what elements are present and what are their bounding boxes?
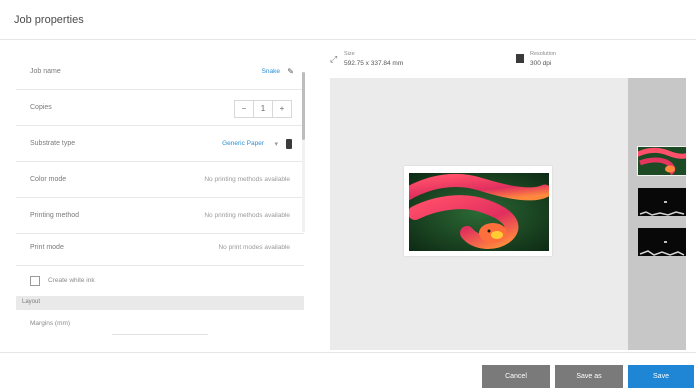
color-mode-value: No printing methods available [204, 176, 290, 183]
cancel-button[interactable]: Cancel [482, 365, 550, 388]
thumbnail-page-2[interactable] [638, 188, 686, 216]
layout-section-header[interactable]: Layout [16, 296, 304, 310]
printing-method-label: Printing method [30, 212, 80, 219]
margins-slider[interactable] [112, 334, 208, 335]
color-mode-label: Color mode [30, 176, 67, 183]
color-mode-row: Color mode No printing methods available [16, 164, 304, 198]
size-label: Size [344, 51, 355, 57]
white-ink-label[interactable]: Create white ink [48, 277, 95, 284]
printing-method-row: Printing method No printing methods avai… [16, 200, 304, 234]
job-name-value[interactable]: Snake [262, 68, 280, 75]
layout-section-label: Layout [22, 299, 41, 305]
increment-button[interactable]: + [273, 101, 291, 117]
copies-value[interactable]: 1 [254, 101, 273, 117]
preview-info-bar: ⤢ Size 592.75 x 337.84 mm Resolution 300… [330, 48, 686, 76]
substrate-info-icon[interactable] [286, 139, 292, 149]
decrement-button[interactable]: − [235, 101, 254, 117]
save-as-button[interactable]: Save as [555, 365, 623, 388]
save-button[interactable]: Save [628, 365, 694, 388]
preview-image [409, 173, 549, 251]
substrate-label: Substrate type [30, 140, 76, 147]
margins-label: Margins (mm) [30, 320, 71, 327]
chevron-down-icon[interactable]: ▾ [274, 140, 278, 148]
resolution-label: Resolution [530, 51, 556, 57]
resolution-icon [516, 54, 524, 63]
copies-stepper[interactable]: − 1 + [234, 100, 292, 118]
substrate-select[interactable]: Generic Paper [222, 140, 264, 147]
dialog-footer: Cancel Save as Save [0, 352, 696, 391]
resolution-value: 300 dpi [530, 60, 552, 67]
print-mode-value: No print modes available [218, 244, 290, 251]
copies-row: Copies − 1 + [16, 92, 304, 126]
size-value: 592.75 x 337.84 mm [344, 60, 404, 67]
window-title: Job properties [14, 14, 84, 26]
white-ink-option[interactable]: Create white ink [16, 268, 304, 294]
printing-method-value: No printing methods available [204, 212, 290, 219]
thumbnail-page-1[interactable] [637, 146, 687, 176]
copies-label: Copies [30, 104, 52, 111]
properties-panel: Job name Snake ✎ Copies − 1 + Substrate … [16, 56, 306, 348]
size-icon: ⤢ [330, 54, 338, 64]
job-name-row[interactable]: Job name Snake ✎ [16, 56, 304, 90]
white-ink-checkbox[interactable] [30, 276, 40, 286]
properties-scrollbar-thumb[interactable] [302, 72, 305, 140]
page-thumbnail-strip [628, 78, 687, 350]
thumbnail-page-3[interactable] [638, 228, 686, 256]
edit-icon[interactable]: ✎ [287, 67, 294, 76]
job-name-label: Job name [30, 68, 61, 75]
print-mode-label: Print mode [30, 244, 64, 251]
print-mode-row: Print mode No print modes available [16, 232, 304, 266]
substrate-row[interactable]: Substrate type Generic Paper ▾ [16, 128, 304, 162]
title-bar: Job properties [0, 0, 696, 40]
